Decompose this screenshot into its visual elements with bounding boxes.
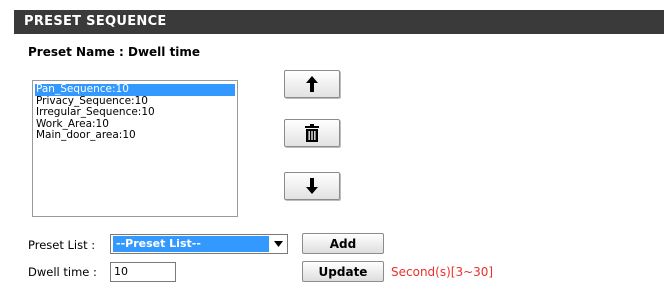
dwell-time-input[interactable]: 10 [110,262,176,282]
move-down-button[interactable] [284,172,340,200]
trash-icon [305,124,319,142]
move-up-button[interactable] [284,70,340,98]
arrow-up-icon [306,76,318,92]
list-item[interactable]: Pan_Sequence:10 [35,83,235,96]
sequence-listbox[interactable]: Pan_Sequence:10 Privacy_Sequence:10 Irregu… [32,80,238,217]
dwell-time-label: Dwell time : [28,265,97,279]
preset-list-select[interactable]: --Preset List-- [110,234,288,254]
arrow-down-icon [306,178,318,194]
preset-list-selected-value: --Preset List-- [113,236,269,252]
preset-name-label: Preset Name : Dwell time [28,45,201,59]
update-button[interactable]: Update [302,261,384,282]
dwell-range-hint: Second(s)[3~30] [391,265,494,279]
chevron-down-icon[interactable] [269,235,287,253]
preset-sequence-panel: PRESET SEQUENCE Preset Name : Dwell time… [14,0,664,294]
delete-button[interactable] [284,119,340,147]
section-header: PRESET SEQUENCE [14,10,664,34]
preset-list-label: Preset List : [28,238,96,252]
list-item[interactable]: Main_door_area:10 [35,129,235,142]
add-button[interactable]: Add [302,233,384,254]
list-item[interactable]: Irregular_Sequence:10 [35,106,235,119]
